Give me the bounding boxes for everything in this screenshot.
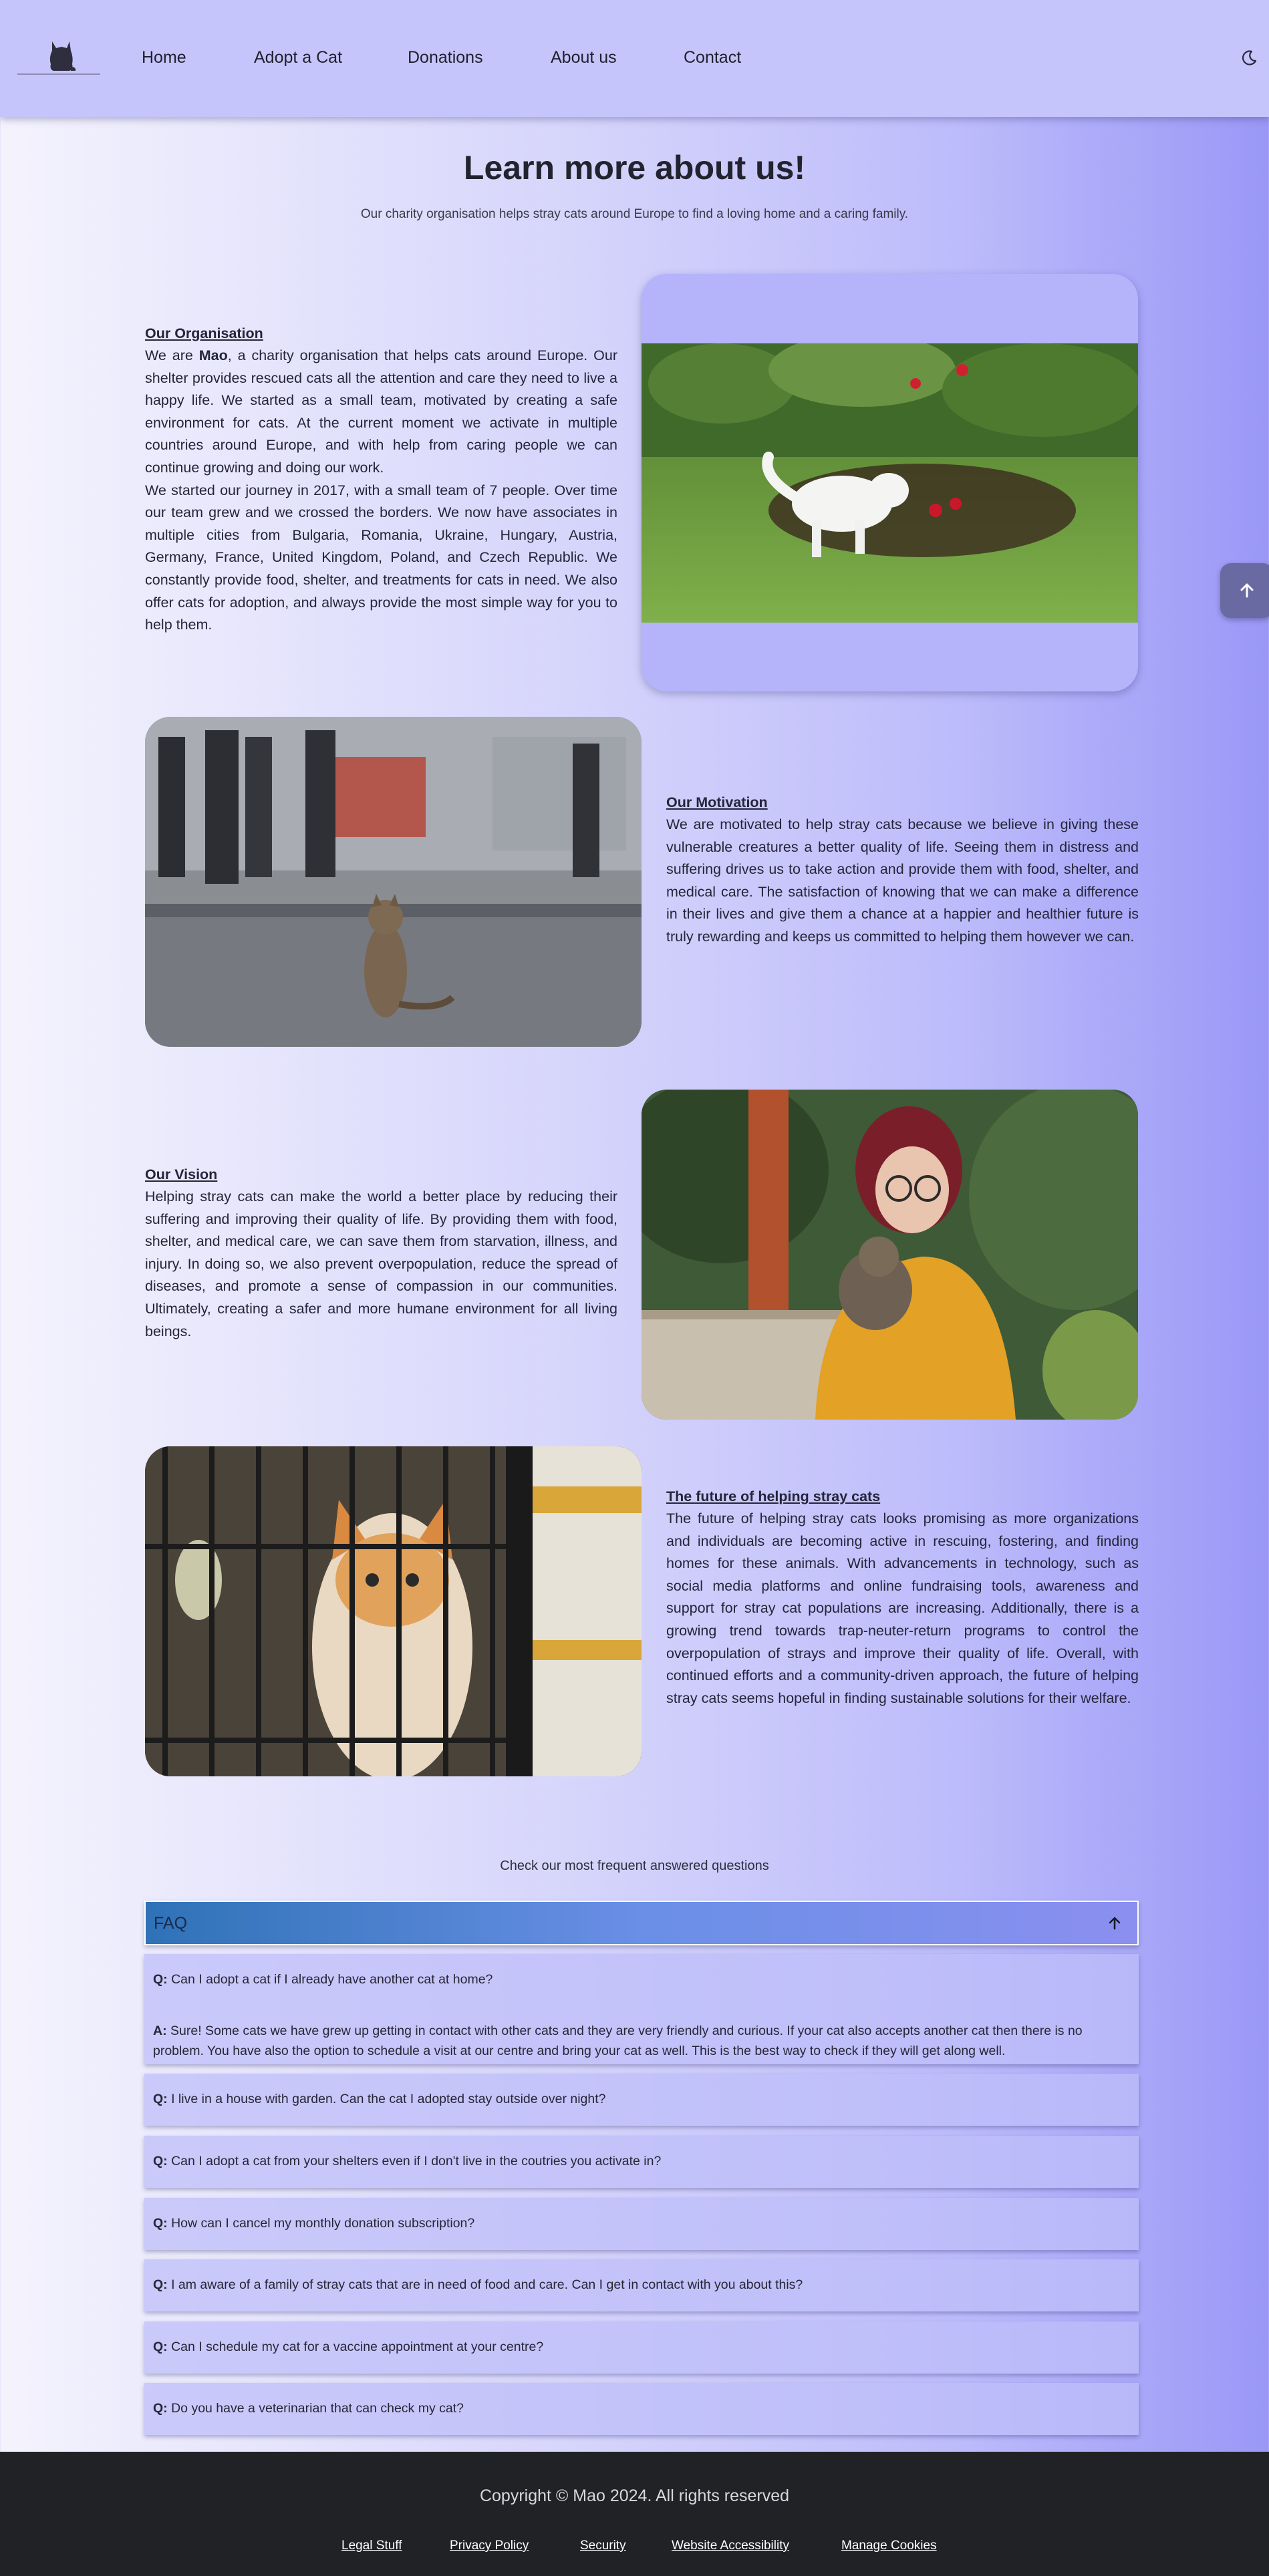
footer: Copyright © Mao 2024. All rights reserve…: [0, 2452, 1269, 2576]
motivation-photo: [145, 717, 642, 1047]
faq-item[interactable]: Q: Do you have a veterinarian that can c…: [144, 2383, 1139, 2435]
organisation-paragraph-2: We started our journey in 2017, with a s…: [145, 482, 617, 633]
future-photo: [145, 1446, 642, 1776]
logo[interactable]: [17, 37, 100, 77]
footer-security-link[interactable]: Security: [580, 2539, 626, 2553]
organisation-name: Mao: [198, 347, 228, 363]
faq-question: Q: Can I adopt a cat if I already have a…: [153, 1972, 493, 1987]
organisation-image-card: [642, 274, 1138, 691]
future-heading: The future of helping stray cats: [666, 1488, 881, 1504]
navbar: Home Adopt a Cat Donations About us Cont…: [0, 0, 1269, 117]
nav-donations[interactable]: Donations: [408, 48, 483, 67]
footer-cookies-link[interactable]: Manage Cookies: [841, 2539, 937, 2553]
vision-heading: Our Vision: [145, 1166, 218, 1182]
faq-question: Q: I am aware of a family of stray cats …: [153, 2277, 803, 2292]
organisation-heading: Our Organisation: [145, 325, 263, 341]
faq-item[interactable]: Q: Can I adopt a cat from your shelters …: [144, 2136, 1139, 2188]
copyright-text: Copyright © Mao 2024. All rights reserve…: [479, 2486, 790, 2505]
nav-home[interactable]: Home: [142, 48, 186, 67]
faq-accordion-header[interactable]: FAQ: [144, 1901, 1139, 1945]
cat-logo-icon: [49, 41, 76, 71]
moon-icon[interactable]: [1240, 49, 1258, 67]
faq-item[interactable]: Q: How can I cancel my monthly donation …: [144, 2198, 1139, 2250]
page-subtitle: Our charity organisation helps stray cat…: [360, 207, 909, 221]
faq-question: Q: How can I cancel my monthly donation …: [153, 2216, 475, 2231]
page-title: Learn more about us!: [463, 149, 806, 186]
future-paragraph: The future of helping stray cats looks p…: [666, 1510, 1139, 1706]
street-cat-photo: [145, 717, 642, 1047]
logo-underline: [17, 73, 100, 75]
caged-cat-photo: [145, 1446, 642, 1776]
motivation-paragraph: We are motivated to help stray cats beca…: [666, 816, 1139, 945]
arrow-up-icon: [1240, 583, 1254, 598]
faq-question: Q: Can I schedule my cat for a vaccine a…: [153, 2340, 544, 2354]
back-to-top-button[interactable]: [1220, 563, 1269, 618]
arrow-up-icon[interactable]: [1107, 1915, 1123, 1931]
faq-question: Q: Can I adopt a cat from your shelters …: [153, 2154, 662, 2168]
faq-question: Q: I live in a house with garden. Can th…: [153, 2092, 606, 2106]
future-section: The future of helping stray cats The fut…: [666, 1485, 1139, 1710]
footer-privacy-link[interactable]: Privacy Policy: [450, 2539, 529, 2553]
faq-item[interactable]: Q: Can I schedule my cat for a vaccine a…: [144, 2321, 1139, 2374]
footer-accessibility-link[interactable]: Website Accessibility: [672, 2539, 789, 2553]
faq-item[interactable]: Q: I am aware of a family of stray cats …: [144, 2259, 1139, 2311]
nav-about-us[interactable]: About us: [551, 48, 617, 67]
vision-photo: [642, 1090, 1138, 1420]
organisation-section: Our Organisation We are Mao, a charity o…: [145, 322, 617, 637]
faq-question: Q: Do you have a veterinarian that can c…: [153, 2401, 464, 2416]
faq-item[interactable]: Q: Can I adopt a cat if I already have a…: [144, 1954, 1139, 2064]
vision-paragraph: Helping stray cats can make the world a …: [145, 1188, 617, 1339]
faq-caption: Check our most frequent answered questio…: [500, 1859, 769, 1873]
organisation-paragraph-1: We are Mao, a charity organisation that …: [145, 347, 617, 476]
white-cat-garden-photo: [642, 343, 1138, 623]
nav-contact[interactable]: Contact: [684, 48, 741, 67]
nav-adopt-a-cat[interactable]: Adopt a Cat: [254, 48, 342, 67]
motivation-section: Our Motivation We are motivated to help …: [666, 791, 1139, 949]
vision-section: Our Vision Helping stray cats can make t…: [145, 1163, 617, 1343]
motivation-heading: Our Motivation: [666, 794, 768, 810]
faq-answer: A: Sure! Some cats we have grew up getti…: [153, 2024, 1083, 2058]
faq-header-label: FAQ: [154, 1914, 188, 1933]
footer-legal-link[interactable]: Legal Stuff: [341, 2539, 402, 2553]
woman-holding-cat-photo: [642, 1090, 1138, 1420]
faq-item[interactable]: Q: I live in a house with garden. Can th…: [144, 2074, 1139, 2126]
